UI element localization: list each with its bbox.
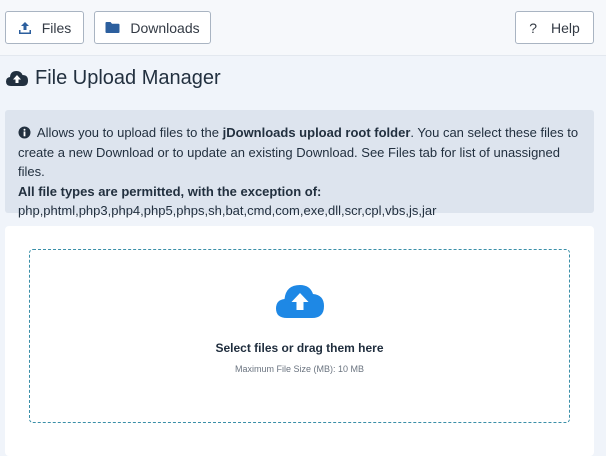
upload-panel: Select files or drag them here Maximum F… [5, 226, 594, 456]
dropzone-instruction: Select files or drag them here [215, 341, 384, 355]
help-button[interactable]: ? Help [515, 11, 594, 44]
info-intro: Allows you to upload files to the [34, 125, 223, 140]
help-button-label: Help [551, 19, 580, 36]
upload-folder-name: jDownloads upload root folder [222, 125, 411, 140]
files-button[interactable]: Files [5, 11, 84, 44]
question-icon: ? [529, 19, 537, 36]
cloud-upload-icon [6, 71, 28, 86]
page-header: File Upload Manager [5, 66, 221, 90]
upload-dropzone[interactable]: Select files or drag them here Maximum F… [29, 249, 570, 423]
downloads-button-label: Downloads [130, 19, 200, 36]
permitted-types-label: All file types are permitted, with the e… [18, 183, 322, 199]
folder-icon [105, 22, 120, 33]
page-title: File Upload Manager [35, 66, 221, 89]
info-icon [18, 126, 31, 139]
max-file-size: Maximum File Size (MB): 10 MB [234, 364, 365, 374]
info-box: Allows you to upload files to the jDownl… [5, 110, 594, 218]
files-button-label: Files [41, 19, 72, 36]
upload-icon [18, 21, 31, 34]
downloads-button[interactable]: Downloads [94, 11, 211, 44]
excluded-types-list: php,phtml,php3,php4,php5,phps,sh,bat,cmd… [18, 203, 437, 218]
toolbar: Files Downloads ? Help [0, 0, 606, 56]
cloud-upload-icon [276, 285, 324, 318]
